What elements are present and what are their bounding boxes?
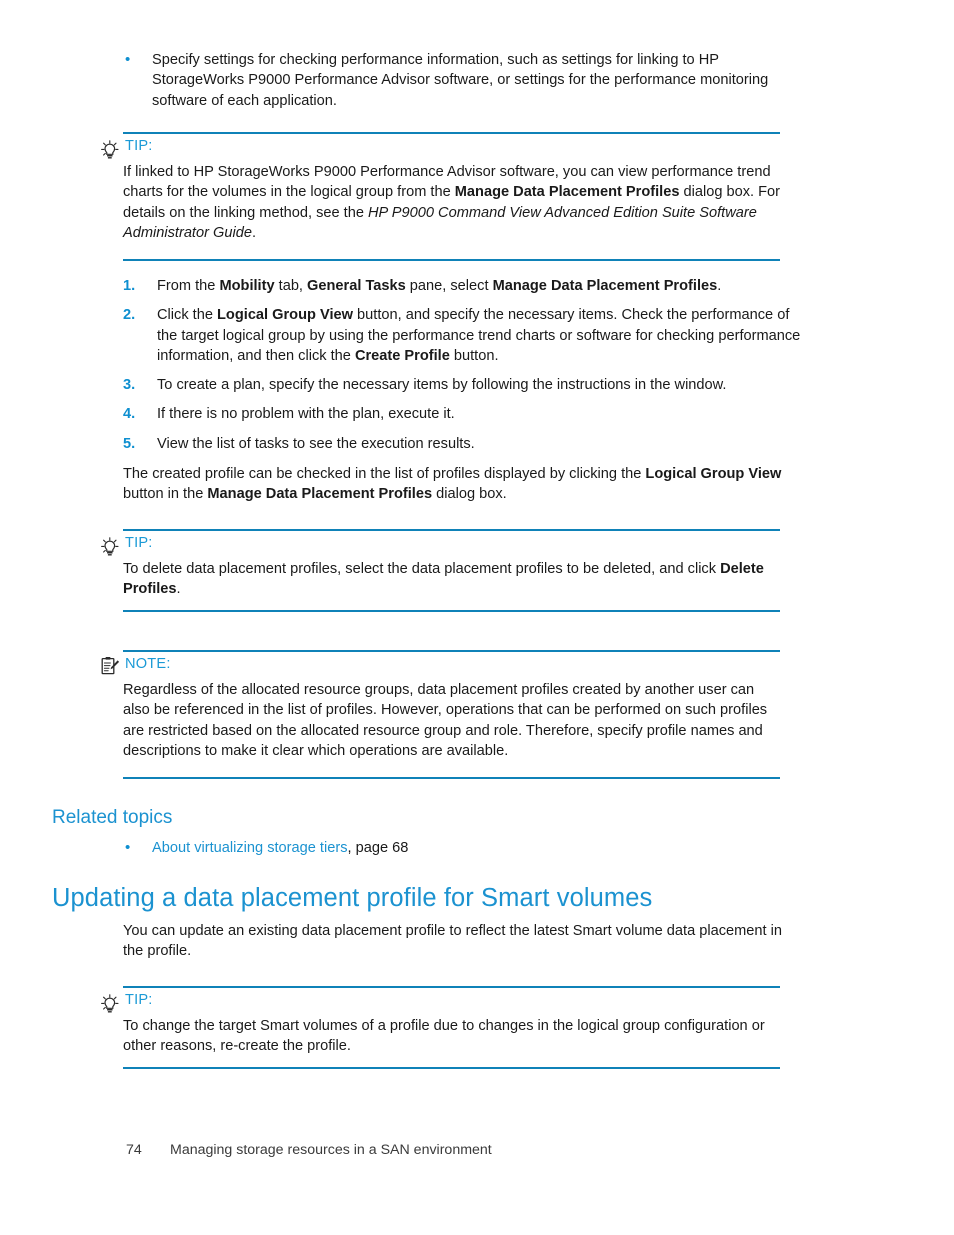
text-segment: button. (449, 347, 499, 364)
related-topic-page: , page 68 (347, 840, 409, 856)
text-segment: . (251, 224, 257, 241)
step-item: 3. To create a plan, specify the necessa… (123, 375, 813, 395)
lightbulb-icon (100, 994, 120, 1014)
tip-body: If linked to HP StorageWorks P9000 Perfo… (123, 162, 783, 243)
step-number: 5. (123, 435, 136, 452)
related-topics-list: • About virtualizing storage tiers, page… (123, 838, 773, 858)
tip-rule-top (123, 986, 780, 988)
text-segment: pane, select (405, 278, 493, 294)
text-segment: tab, (274, 278, 308, 294)
text-segment: From the (157, 278, 220, 294)
footer-chapter-title: Managing storage resources in a SAN envi… (170, 1142, 492, 1158)
section-heading: Updating a data placement profile for Sm… (52, 884, 653, 912)
step-number: 3. (123, 377, 136, 394)
text-segment: button in the (123, 486, 208, 503)
tip-rule-bottom (123, 259, 780, 261)
post-steps-paragraph: The created profile can be checked in th… (123, 464, 813, 505)
lightbulb-icon (100, 140, 120, 160)
step-item: 1. From the Mobility tab, General Tasks … (123, 276, 813, 296)
bullet-icon: • (125, 51, 131, 68)
text-segment-bold: Manage Data Placement Profiles (207, 486, 433, 503)
text-segment: . (717, 278, 722, 294)
tip-label: TIP: (125, 138, 153, 154)
text-segment-bold: Mobility (219, 278, 275, 294)
page-number: 74 (126, 1142, 142, 1158)
procedure-steps: 1. From the Mobility tab, General Tasks … (123, 276, 813, 454)
step-item: 5. View the list of tasks to see the exe… (123, 434, 813, 454)
text-segment-bold: Create Profile (354, 347, 450, 364)
text-segment-bold: Manage Data Placement Profiles (454, 184, 680, 201)
step-number: 1. (123, 278, 136, 294)
related-topic-entry: About virtualizing storage tiers, page 6… (152, 838, 408, 858)
step-text: Click the Logical Group View button, and… (157, 305, 813, 366)
text-segment: Click the (157, 307, 218, 324)
note-rule-top (123, 650, 780, 652)
section-intro-paragraph: You can update an existing data placemen… (123, 923, 783, 960)
bullet-icon: • (125, 839, 131, 856)
lightbulb-icon (100, 537, 120, 557)
related-topic-link[interactable]: About virtualizing storage tiers (152, 840, 348, 856)
page-footer: 74 Managing storage resources in a SAN e… (0, 1140, 954, 1166)
text-segment-bold: Manage Data Placement Profiles (492, 278, 718, 294)
tip-body: To change the target Smart volumes of a … (123, 1018, 765, 1055)
note-clipboard-icon (100, 656, 120, 676)
step-text: From the Mobility tab, General Tasks pan… (157, 276, 813, 296)
step-number: 4. (123, 406, 136, 423)
tip-label: TIP: (125, 535, 153, 551)
step-text: View the list of tasks to see the execut… (157, 435, 475, 452)
related-topics-heading: Related topics (52, 807, 173, 828)
tip-rule-bottom (123, 610, 780, 612)
step-text: If there is no problem with the plan, ex… (157, 406, 455, 423)
bullet-text: Specify settings for checking performanc… (152, 52, 769, 109)
list-item: • Specify settings for checking performa… (123, 50, 803, 111)
note-body: Regardless of the allocated resource gro… (123, 682, 768, 759)
text-segment: . (176, 581, 181, 598)
document-page: • Specify settings for checking performa… (0, 0, 954, 1235)
tip-body: To delete data placement profiles, selec… (123, 559, 783, 600)
step-text: To create a plan, specify the necessary … (157, 377, 727, 394)
text-segment-bold: General Tasks (307, 278, 406, 294)
text-segment: To delete data placement profiles, selec… (123, 561, 721, 577)
step-item: 2. Click the Logical Group View button, … (123, 305, 813, 366)
top-bullet-list: • Specify settings for checking performa… (123, 50, 803, 111)
note-label: NOTE: (125, 656, 171, 672)
text-segment-bold: Logical Group View (645, 466, 782, 482)
text-segment-bold: Logical Group View (217, 307, 353, 324)
tip-rule-top (123, 132, 780, 134)
list-item: • About virtualizing storage tiers, page… (123, 838, 773, 858)
step-item: 4. If there is no problem with the plan,… (123, 404, 813, 424)
text-segment: dialog box. (432, 486, 507, 503)
tip-rule-top (123, 529, 780, 531)
text-segment: The created profile can be checked in th… (123, 466, 646, 482)
tip-label: TIP: (125, 992, 153, 1008)
note-rule-bottom (123, 777, 780, 779)
step-number: 2. (123, 307, 136, 324)
tip-rule-bottom (123, 1067, 780, 1069)
